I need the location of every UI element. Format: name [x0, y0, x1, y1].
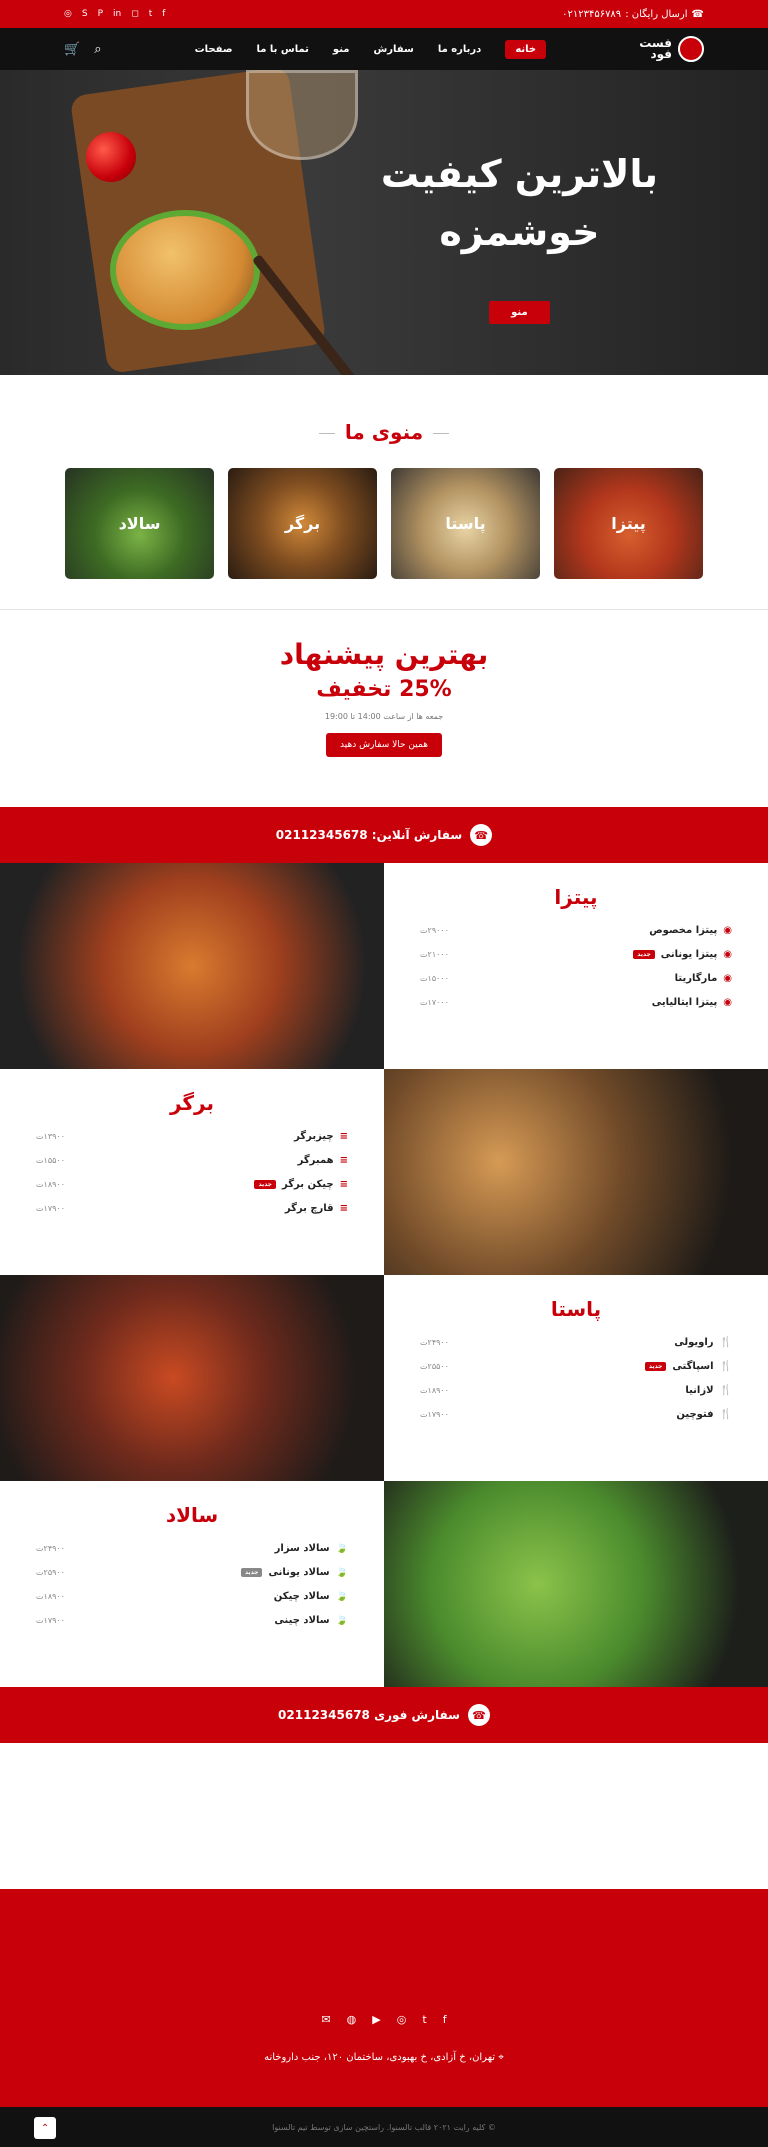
topbar: ☎ ارسال رایگان : ۰۲۱۲۳۴۵۶۷۸۹ ◎ S P in ◻ …	[0, 0, 768, 28]
phone-icon: ☎	[467, 1704, 490, 1726]
cart-icon[interactable]: 🛒	[64, 42, 80, 57]
menu-grid: پیتزا ◉ پیتزا مخصوص ۲۹۰۰۰ت ◉ پیتزا یونانی جد…	[0, 863, 768, 1687]
instagram-icon[interactable]: ◻	[131, 9, 138, 19]
menu-home[interactable]: خانه	[505, 39, 547, 59]
youtube-icon[interactable]: ▶	[372, 2013, 380, 2026]
footer-social: ✉ ◍ ▶ ◎ t f	[321, 2013, 446, 2026]
instagram-icon[interactable]: ◎	[397, 2013, 407, 2026]
hero-line1: بالاترین کیفیت	[380, 152, 658, 196]
twitter-icon[interactable]: t	[422, 2013, 426, 2026]
menu-menu[interactable]: منو	[333, 44, 350, 55]
linkedin-icon[interactable]: in	[113, 9, 121, 19]
menu-item[interactable]: 🍃 سالاد چینی ۱۷۹۰۰ت	[36, 1615, 348, 1626]
pinterest-icon[interactable]: P	[98, 9, 103, 19]
menu-item[interactable]: 🍃 سالاد چیکن ۱۸۹۰۰ت	[36, 1591, 348, 1602]
quick-order-text[interactable]: سفارش فوری 02112345678	[278, 1708, 460, 1722]
search-icon[interactable]: ⌕	[94, 42, 101, 57]
menu-item[interactable]: 🍃 سالاد سزار ۲۴۹۰۰ت	[36, 1543, 348, 1554]
logo-mark	[678, 36, 704, 62]
main-menu: خانه درباره ما سفارش منو تماس با ما صفحا…	[195, 39, 547, 59]
menu-item[interactable]: ◉ پیتزا ایتالیایی ۱۷۰۰۰ت	[420, 997, 732, 1008]
scroll-top-button[interactable]: ⌃	[34, 2117, 56, 2139]
instagram-icon[interactable]: ◎	[64, 9, 72, 19]
category-pizza[interactable]: پیتزا	[554, 468, 703, 579]
menu-item[interactable]: ≡ همبرگر ۱۵۵۰۰ت	[36, 1155, 348, 1166]
pizza-menu: پیتزا ◉ پیتزا مخصوص ۲۹۰۰۰ت ◉ پیتزا یونانی جد…	[420, 885, 732, 1008]
navbar: فست فود خانه درباره ما سفارش منو تماس با…	[0, 28, 768, 70]
menu-order[interactable]: سفارش	[373, 44, 413, 55]
burger-photo	[384, 1069, 768, 1275]
salad-image	[384, 1481, 768, 1687]
menu-item[interactable]: ≡ قارچ برگر ۱۷۹۰۰ت	[36, 1203, 348, 1214]
menu-item[interactable]: ≡ چیزبرگر ۱۳۹۰۰ت	[36, 1131, 348, 1142]
offer-discount: 25% تخفیف	[316, 677, 452, 702]
offer-title: بهترین پیشنهاد	[279, 638, 489, 671]
best-offer: بهترین پیشنهاد 25% تخفیف جمعه ها از ساعت…	[0, 638, 768, 807]
footer-spacer	[0, 1743, 768, 1889]
quick-order-bar: ☎ سفارش فوری 02112345678	[0, 1687, 768, 1743]
footer: ✉ ◍ ▶ ◎ t f ⌖ تهران، خ آزادی، خ بهبودی، …	[0, 1889, 768, 2107]
menu-pages[interactable]: صفحات	[195, 44, 233, 55]
salad-menu: سالاد 🍃 سالاد سزار ۲۴۹۰۰ت 🍃 سالاد یونانی جدی…	[36, 1503, 348, 1626]
phone-label: ارسال رایگان :	[625, 8, 688, 20]
hero-text: بالاترین کیفیت خوشمزه منو	[381, 145, 658, 324]
skype-icon[interactable]: S	[82, 9, 88, 19]
menu-item[interactable]: ◉ پیتزا مخصوص ۲۹۰۰۰ت	[420, 925, 732, 936]
menu-section-title: منوی ما	[0, 420, 768, 444]
logo[interactable]: فست فود	[639, 36, 704, 62]
category-burger[interactable]: برگر	[228, 468, 377, 579]
facebook-icon[interactable]: f	[443, 2013, 447, 2026]
offer-order-button[interactable]: همین حالا سفارش دهید	[326, 733, 442, 757]
menu-item[interactable]: 🍃 سالاد یونانی جدید ۲۵۹۰۰ت	[36, 1567, 348, 1578]
phone-top: ☎ ارسال رایگان : ۰۲۱۲۳۴۵۶۷۸۹	[562, 9, 704, 20]
address: ⌖ تهران، خ آزادی، خ بهبودی، ساختمان ۱۲۰،…	[264, 2052, 504, 2063]
menu-item[interactable]: 🍴 لازانیا ۱۸۹۰۰ت	[420, 1385, 732, 1396]
online-order-text[interactable]: سفارش آنلاین: 02112345678	[276, 828, 462, 842]
burger-menu: برگر ≡ چیزبرگر ۱۳۹۰۰ت ≡ همبرگر ۱۵۵۰۰ت ≡ چیکن …	[36, 1091, 348, 1214]
menu-about[interactable]: درباره ما	[438, 44, 482, 55]
phone-icon: ☎	[691, 8, 704, 20]
menu-item[interactable]: 🍴 اسپاگتی جدید ۲۵۵۰۰ت	[420, 1361, 732, 1372]
menu-item[interactable]: ◉ پیتزا یونانی جدید ۲۱۰۰۰ت	[420, 949, 732, 960]
hero: بالاترین کیفیت خوشمزه منو	[0, 70, 768, 375]
tripadvisor-icon[interactable]: ◍	[347, 2013, 357, 2026]
pizza-image	[0, 863, 384, 1069]
offer-time: جمعه ها از ساعت 14:00 تا 19:00	[324, 712, 444, 721]
social-links: ◎ S P in ◻ t f	[64, 9, 165, 19]
logo-line2: فود	[650, 47, 672, 61]
phone-number[interactable]: ۰۲۱۲۳۴۵۶۷۸۹	[562, 9, 621, 20]
location-icon: ⌖	[495, 2052, 504, 2063]
tomato-image	[86, 132, 136, 182]
email-icon[interactable]: ✉	[321, 2013, 330, 2026]
category-salad[interactable]: سالاد	[65, 468, 214, 579]
menu-item[interactable]: ◉ مارگاریتا ۱۵۰۰۰ت	[420, 973, 732, 984]
facebook-icon[interactable]: f	[162, 9, 165, 19]
menu-item[interactable]: 🍴 فتوچین ۱۷۹۰۰ت	[420, 1409, 732, 1420]
menu-item[interactable]: ≡ چیکن برگر جدید ۱۸۹۰۰ت	[36, 1179, 348, 1190]
menu-item[interactable]: 🍴 راویولی ۲۴۹۰۰ت	[420, 1337, 732, 1348]
copyright-text: © کلیه رایت ۲۰۲۱ قالب تالسنوا. راستچین س…	[272, 2122, 496, 2132]
phone-icon: ☎	[470, 824, 493, 846]
online-order-bar: ☎ سفارش آنلاین: 02112345678	[0, 807, 768, 863]
twitter-icon[interactable]: t	[149, 9, 153, 19]
hero-line2: خوشمزه	[439, 210, 600, 254]
menu-contact[interactable]: تماس با ما	[256, 44, 308, 55]
category-pasta[interactable]: پاستا	[391, 468, 540, 579]
category-cards: پیتزا پاستا برگر سالاد	[0, 468, 768, 579]
pasta-menu: پاستا 🍴 راویولی ۲۴۹۰۰ت 🍴 اسپاگتی جدید ۲۵۵۰۰ت …	[420, 1297, 732, 1420]
burger-image	[110, 210, 260, 330]
divider	[0, 609, 768, 610]
pasta-image	[0, 1275, 384, 1481]
copyright-bar: © کلیه رایت ۲۰۲۱ قالب تالسنوا. راستچین س…	[0, 2107, 768, 2147]
hero-menu-button[interactable]: منو	[489, 301, 550, 324]
nav-icons: 🛒 ⌕	[64, 42, 101, 57]
drink-glass	[246, 70, 358, 160]
